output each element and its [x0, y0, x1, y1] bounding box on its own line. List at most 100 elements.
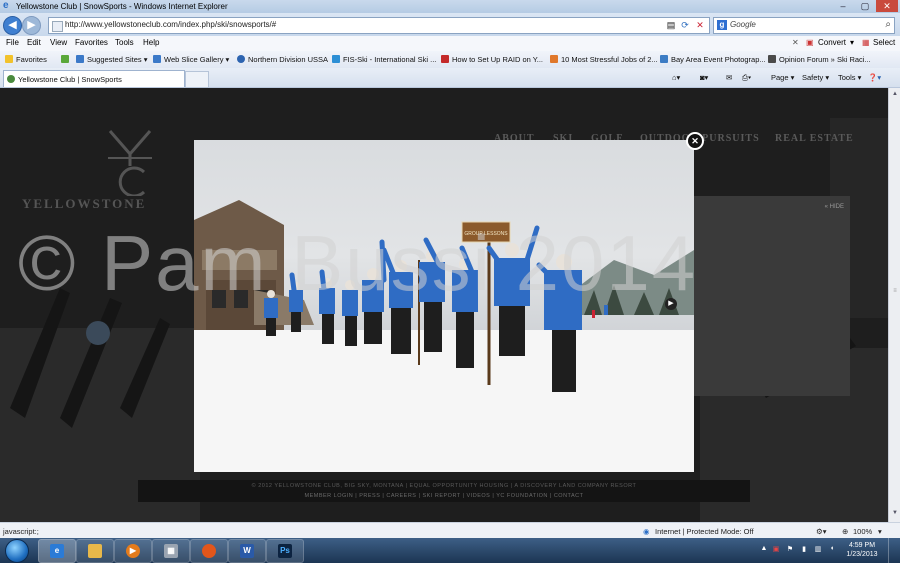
lightbox-close-icon[interactable]: ✕	[686, 132, 704, 150]
search-icon[interactable]: ⌕	[885, 19, 891, 30]
fav-label: How to Set Up RAID on Y...	[452, 55, 544, 64]
address-bar[interactable]: http://www.yellowstoneclub.com/index.php…	[48, 17, 710, 34]
address-url[interactable]: http://www.yellowstoneclub.com/index.php…	[65, 20, 276, 29]
menu-help[interactable]: Help	[143, 38, 159, 47]
scroll-up-icon[interactable]: ▲	[891, 91, 899, 99]
page-menu[interactable]: Page ▾	[771, 73, 794, 82]
back-button[interactable]: ◀	[3, 16, 22, 35]
page-icon	[52, 21, 63, 32]
start-button[interactable]	[5, 539, 29, 563]
select-button[interactable]: Select	[873, 38, 895, 47]
search-box[interactable]: g Google ⌕	[713, 17, 895, 34]
windows-taskbar: e ▶ ▦ W Ps ▲ ▣ ⚑ ▮ ▥ ◖ 4:59 PM 1/23/2013	[0, 538, 900, 563]
site-favicon-icon	[7, 75, 15, 83]
taskbar-explorer[interactable]	[76, 539, 114, 563]
tray-power-icon[interactable]: ▮	[800, 545, 808, 554]
convert-button[interactable]: Convert	[818, 38, 846, 47]
tray-network-icon[interactable]: ▥	[814, 545, 822, 554]
zoom-dropdown-icon[interactable]: ▾	[878, 527, 882, 536]
taskbar-firefox[interactable]	[190, 539, 228, 563]
protected-mode-icon[interactable]: ⚙▾	[816, 527, 827, 536]
footer-copyright: © 2012 YELLOWSTONE CLUB, BIG SKY, MONTAN…	[251, 483, 637, 489]
search-placeholder[interactable]: Google	[730, 20, 756, 29]
site-logo-text: YELLOWSTONE	[22, 196, 147, 211]
convert-dropdown-icon[interactable]: ▾	[850, 38, 854, 47]
fav-fis-ski[interactable]: FIS-Ski - International Ski ...	[332, 55, 436, 64]
home-icon[interactable]: ⌂▾	[672, 73, 680, 82]
safety-menu[interactable]: Safety ▾	[802, 73, 829, 82]
menu-bar: File Edit View Favorites Tools Help ✕ ▣ …	[0, 36, 900, 52]
fav-label: FIS-Ski - International Ski ...	[343, 55, 437, 64]
add-favorite-icon[interactable]	[61, 55, 72, 64]
favorites-button[interactable]: Favorites	[5, 55, 47, 64]
close-window-button[interactable]: ✕	[876, 0, 898, 12]
fav-opinion-forum[interactable]: Opinion Forum » Ski Raci...	[768, 55, 871, 64]
print-icon[interactable]: ⎙▾	[742, 73, 751, 83]
hide-panel-link[interactable]: « HIDE	[825, 204, 844, 210]
fav-label: Bay Area Event Photograp...	[671, 55, 766, 64]
footer-links[interactable]: MEMBER LOGIN | PRESS | CAREERS | SKI REP…	[138, 493, 750, 499]
ie-logo-icon: e	[3, 0, 9, 11]
info-panel: « HIDE	[690, 196, 850, 396]
show-desktop-button[interactable]	[888, 538, 900, 563]
new-tab-button[interactable]	[185, 71, 209, 88]
menu-view[interactable]: View	[50, 38, 67, 47]
tab-yellowstone[interactable]: Yellowstone Club | SnowSports	[3, 70, 185, 87]
taskbar-photoshop[interactable]: Ps	[266, 539, 304, 563]
compat-view-icon[interactable]: ▤	[665, 19, 677, 31]
scroll-down-icon[interactable]: ▼	[891, 510, 899, 518]
fav-northern-division[interactable]: Northern Division USSA	[237, 55, 328, 64]
photoshop-icon: Ps	[278, 544, 292, 558]
taskbar-word[interactable]: W	[228, 539, 266, 563]
forward-button[interactable]: ▶	[22, 16, 41, 35]
maximize-button[interactable]: ▢	[854, 0, 876, 12]
clock-time: 4:59 PM	[848, 542, 876, 549]
menu-tools[interactable]: Tools	[115, 38, 134, 47]
address-row: ◀ ▶ http://www.yellowstoneclub.com/index…	[0, 13, 900, 36]
zoom-level[interactable]: 100%	[853, 527, 872, 536]
select-icon: ▦	[862, 38, 870, 47]
fav-raid-setup[interactable]: How to Set Up RAID on Y...	[441, 55, 543, 64]
menu-file[interactable]: File	[6, 38, 19, 47]
site-nav-real-estate[interactable]: REAL ESTATE	[775, 133, 854, 144]
fav-web-slice-gallery[interactable]: Web Slice Gallery ▾	[153, 55, 229, 64]
help-icon[interactable]: ❓▾	[868, 73, 881, 82]
tray-flag-icon[interactable]: ⚑	[786, 545, 794, 554]
tray-app-icon[interactable]: ▣	[772, 545, 780, 554]
vertical-scrollbar[interactable]: ▲ ≡ ▼	[888, 88, 900, 522]
mail-icon[interactable]: ✉	[726, 73, 732, 82]
minimize-button[interactable]: –	[832, 0, 854, 12]
word-icon: W	[240, 544, 254, 558]
menu-edit[interactable]: Edit	[27, 38, 41, 47]
calculator-icon: ▦	[164, 544, 178, 558]
scroll-thumb-icon[interactable]: ≡	[891, 288, 899, 296]
fav-label: Suggested Sites ▾	[87, 55, 148, 64]
taskbar-clock[interactable]: 4:59 PM 1/23/2013	[842, 541, 882, 559]
zoom-icon[interactable]: ⊕	[842, 527, 848, 536]
copyright-watermark: © Pam Bussi 2014	[18, 219, 698, 307]
taskbar-media-player[interactable]: ▶	[114, 539, 152, 563]
favorites-bar: Favorites Suggested Sites ▾ Web Slice Ga…	[0, 51, 900, 69]
menu-favorites[interactable]: Favorites	[75, 38, 108, 47]
window-title: Yellowstone Club | SnowSports - Windows …	[16, 2, 228, 11]
stop-icon[interactable]: ✕	[694, 19, 706, 31]
clock-date: 1/23/2013	[846, 551, 878, 558]
security-zone[interactable]: Internet | Protected Mode: Off	[655, 527, 754, 536]
tab-row: Yellowstone Club | SnowSports ⌂▾ ◙▾ ✉ ⎙▾…	[0, 68, 900, 88]
fav-bay-area-event[interactable]: Bay Area Event Photograp...	[660, 55, 766, 64]
taskbar-calculator[interactable]: ▦	[152, 539, 190, 563]
media-player-icon: ▶	[126, 544, 140, 558]
tools-menu[interactable]: Tools ▾	[838, 73, 861, 82]
convert-icon: ▣	[806, 38, 814, 47]
feeds-icon[interactable]: ◙▾	[700, 73, 708, 82]
fav-stressful-jobs[interactable]: 10 Most Stressful Jobs of 2...	[550, 55, 658, 64]
refresh-icon[interactable]: ⟳	[679, 19, 691, 31]
title-bar: e Yellowstone Club | SnowSports - Window…	[0, 0, 900, 13]
fav-suggested-sites[interactable]: Suggested Sites ▾	[76, 55, 147, 64]
close-toolbar-icon[interactable]: ✕	[792, 38, 799, 47]
web-content: ABOUT SKI GOLF OUTDOOR PURSUITS REAL EST…	[0, 88, 888, 522]
google-icon: g	[717, 20, 727, 30]
taskbar-ie[interactable]: e	[38, 539, 76, 563]
tray-volume-icon[interactable]: ◖	[828, 545, 836, 554]
tray-expand-icon[interactable]: ▲	[760, 545, 768, 554]
